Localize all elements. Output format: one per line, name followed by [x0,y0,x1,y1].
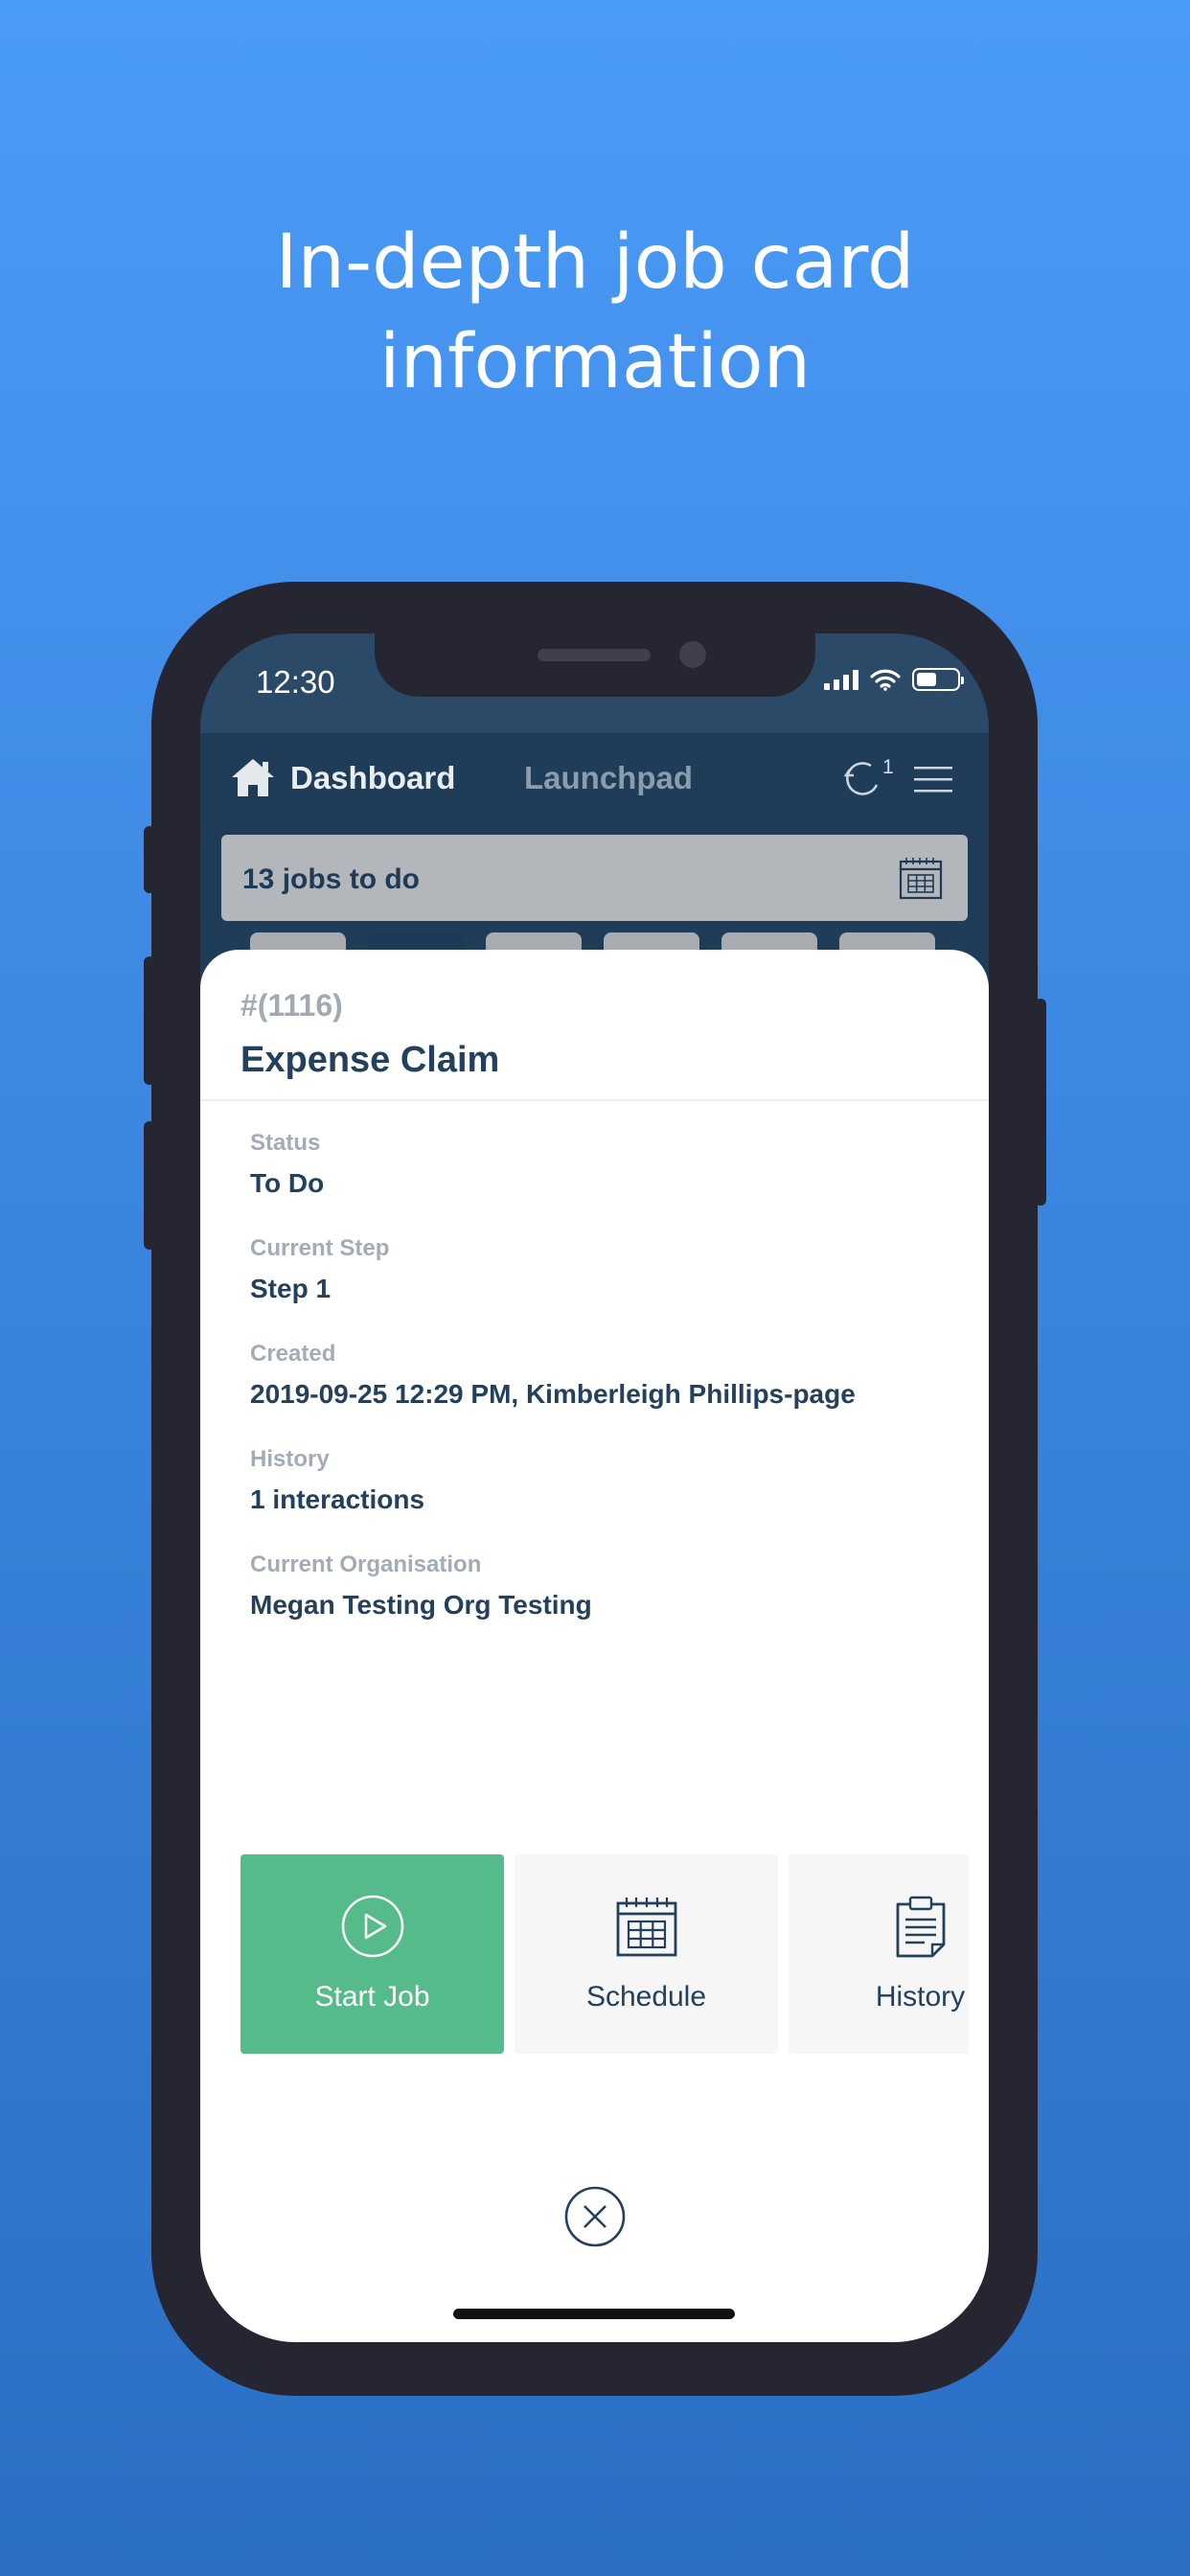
headline-line-1: In-depth job card [275,219,915,306]
cellular-signal-icon [824,669,858,690]
field-status: Status To Do [250,1130,324,1199]
field-label: Current Organisation [250,1552,482,1577]
wifi-icon [870,669,901,691]
field-history: History 1 interactions [250,1446,424,1515]
jobs-count-text: 13 jobs to do [242,863,421,895]
home-indicator[interactable] [453,2309,735,2319]
notch [375,633,815,697]
field-current-organisation: Current Organisation Megan Testing Org T… [250,1552,592,1621]
field-label: History [250,1446,330,1472]
phone-frame: 12:30 Dashboard Launchpad 1 13 jobs to d… [151,582,1038,2396]
schedule-label: Schedule [585,1981,707,2012]
start-job-label: Start Job [314,1981,430,2012]
divider [200,1099,989,1101]
sync-icon[interactable] [842,758,882,798]
clipboard-icon [894,1893,948,1960]
field-label: Current Step [250,1235,390,1261]
calendar-icon[interactable] [899,856,943,900]
field-value: 1 interactions [250,1484,425,1514]
history-button[interactable]: History [789,1854,969,2054]
field-current-step: Current Step Step 1 [250,1235,389,1304]
field-label: Status [250,1130,321,1156]
field-label: Created [250,1341,336,1367]
jobs-summary-bar: 13 jobs to do [221,835,968,921]
phone-screen: 12:30 Dashboard Launchpad 1 13 jobs to d… [200,633,989,2342]
close-button[interactable] [564,2186,626,2247]
headline-line-2: information [378,319,812,405]
battery-icon [912,668,964,691]
calendar-icon [615,1893,678,1960]
field-value: 2019-09-25 12:29 PM, Kimberleigh Phillip… [250,1379,856,1409]
job-title: Expense Claim [240,1040,500,1080]
app-nav-bar: Dashboard Launchpad 1 [200,733,989,821]
status-bar: 12:30 [200,633,989,733]
home-icon[interactable] [229,756,277,798]
field-value: To Do [250,1168,325,1198]
job-actions: Start Job Schedule History [240,1854,969,2054]
start-job-button[interactable]: Start Job [240,1854,504,2054]
schedule-button[interactable]: Schedule [515,1854,778,2054]
field-created: Created 2019-09-25 12:29 PM, Kimberleigh… [250,1341,856,1410]
history-label: History [875,1981,966,2012]
nav-dashboard[interactable]: Dashboard [290,760,455,796]
close-icon [564,2186,626,2247]
camera [679,641,706,668]
job-number: #(1116) [240,988,343,1023]
speaker [538,649,651,661]
status-icons [824,668,964,691]
sync-count-badge: 1 [882,756,894,778]
menu-icon[interactable] [914,766,952,794]
play-icon [340,1893,405,1960]
nav-launchpad[interactable]: Launchpad [524,760,693,796]
field-value: Step 1 [250,1274,332,1303]
status-time: 12:30 [256,664,335,700]
headline: In-depth job card information [0,213,1190,412]
field-value: Megan Testing Org Testing [250,1590,592,1620]
job-card-sheet: #(1116) Expense Claim Status To Do Curre… [200,950,989,2342]
